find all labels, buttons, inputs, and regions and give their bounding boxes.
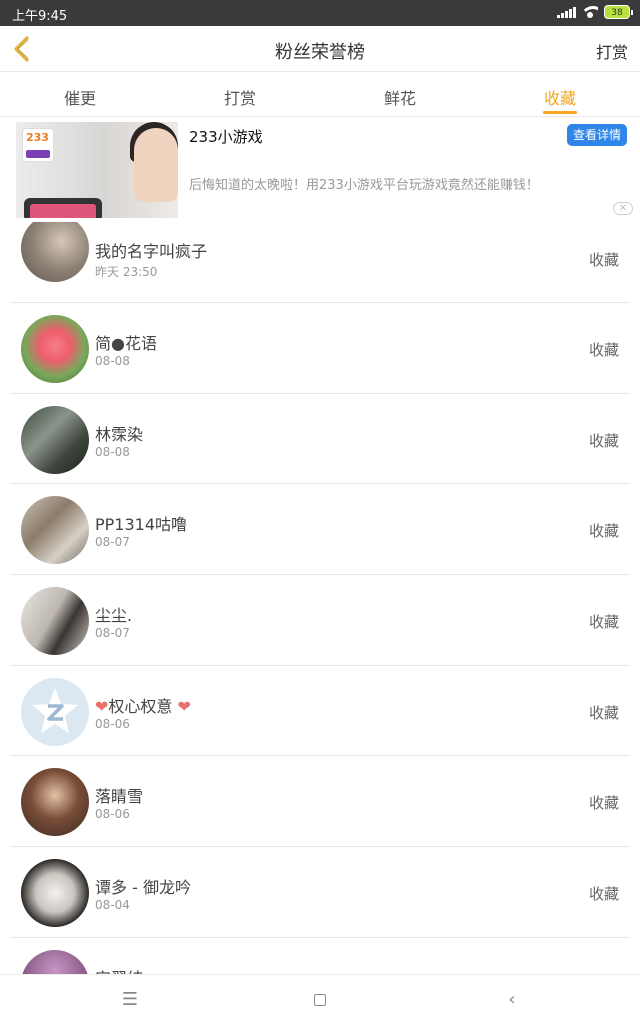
signal-icon	[557, 6, 576, 18]
action-label: 收藏	[588, 703, 619, 722]
action-label: 收藏	[588, 794, 619, 813]
menu-icon[interactable]: ☰	[118, 989, 142, 1013]
fan-date: 08-06	[95, 807, 130, 822]
fan-list: 我的名字叫疯子 昨天 23:50 收藏 简●花语 08-08 收藏 林霂染 08…	[0, 222, 640, 974]
fan-name: 安翠纯	[95, 965, 143, 974]
heart-icon: ❤	[177, 696, 191, 716]
status-icons: 38	[557, 5, 633, 19]
avatar	[21, 496, 89, 565]
tab-urge[interactable]: 催更	[0, 73, 160, 116]
avatar	[21, 859, 89, 928]
action-label: 收藏	[588, 522, 619, 541]
ad-description: 后悔知道的太晚啦！用233小游戏平台玩游戏竟然还能赚钱！	[189, 178, 539, 193]
avatar	[21, 587, 89, 656]
list-item[interactable]: PP1314咕噜 08-07 收藏	[10, 484, 630, 576]
list-item[interactable]: 简●花语 08-08 收藏	[10, 303, 630, 394]
ad-detail-button[interactable]: 查看详情	[567, 124, 627, 146]
battery-icon: 38	[604, 5, 633, 19]
status-time: 上午9:45	[12, 9, 68, 24]
avatar	[21, 315, 89, 383]
fan-name: ❤权心权意 ❤	[95, 696, 191, 716]
tab-bar: 催更 打赏 鲜花 收藏	[0, 73, 640, 117]
fan-date: 08-07	[95, 626, 130, 641]
fan-name: 林霂染	[95, 424, 144, 444]
ad-banner[interactable]: 233 233小游戏 查看详情 后悔知道的太晚啦！用233小游戏平台玩游戏竟然还…	[16, 122, 640, 220]
list-item[interactable]: ❤权心权意 ❤ 08-06 收藏	[10, 666, 630, 757]
fan-name: 落睛雪	[95, 787, 144, 807]
reward-button[interactable]: 打赏	[596, 39, 628, 63]
tab-flowers[interactable]: 鲜花	[320, 73, 480, 116]
avatar	[21, 677, 89, 746]
wifi-icon	[582, 6, 598, 18]
back-icon[interactable]: ‹	[500, 989, 524, 1013]
fan-date: 08-08	[95, 444, 130, 459]
header: 粉丝荣誉榜 打赏	[0, 26, 640, 72]
fan-date: 08-06	[95, 716, 130, 731]
avatar	[21, 222, 89, 282]
action-label: 收藏	[588, 613, 619, 632]
fan-date: 08-07	[95, 535, 130, 550]
list-item[interactable]: 我的名字叫疯子 昨天 23:50 收藏	[10, 222, 630, 303]
fan-name: 尘尘.	[95, 606, 133, 626]
page-title: 粉丝荣誉榜	[275, 42, 365, 63]
action-label: 收藏	[588, 431, 619, 450]
ad-title: 233小游戏	[189, 128, 263, 146]
list-item[interactable]: 谭多 - 御龙吟 08-04 收藏	[10, 847, 630, 938]
fan-date: 08-04	[95, 898, 130, 913]
action-label: 收藏	[588, 341, 619, 359]
ad-image: 233	[16, 122, 178, 218]
avatar	[21, 768, 89, 837]
tab-reward[interactable]: 打赏	[160, 73, 320, 116]
fan-name: 谭多 - 御龙吟	[95, 878, 191, 898]
list-item[interactable]: 尘尘. 08-07 收藏	[10, 575, 630, 666]
fan-date: 08-08	[95, 354, 130, 368]
list-item[interactable]: 林霂染 08-08 收藏	[10, 394, 630, 485]
ad-close-icon[interactable]: ✕	[613, 202, 633, 215]
list-item[interactable]: 落睛雪 08-06 收藏	[10, 756, 630, 848]
ad-app-logo: 233	[22, 128, 54, 162]
avatar	[21, 405, 89, 474]
default-avatar-star-icon	[32, 687, 78, 733]
fan-name: 简●花语	[95, 334, 157, 353]
system-nav-bar: ☰ ‹	[0, 974, 640, 1024]
action-label: 收藏	[588, 885, 619, 904]
fan-name: PP1314咕噜	[95, 515, 188, 535]
home-icon[interactable]	[308, 989, 332, 1013]
list-item[interactable]: 安翠纯	[10, 938, 630, 974]
avatar	[21, 949, 89, 974]
heart-icon: ❤	[95, 696, 109, 716]
status-bar: 上午9:45 38	[0, 0, 640, 26]
fan-date: 昨天 23:50	[95, 265, 158, 279]
action-label: 收藏	[588, 251, 619, 269]
tab-favorites[interactable]: 收藏	[480, 73, 640, 116]
fan-name: 我的名字叫疯子	[95, 242, 208, 261]
